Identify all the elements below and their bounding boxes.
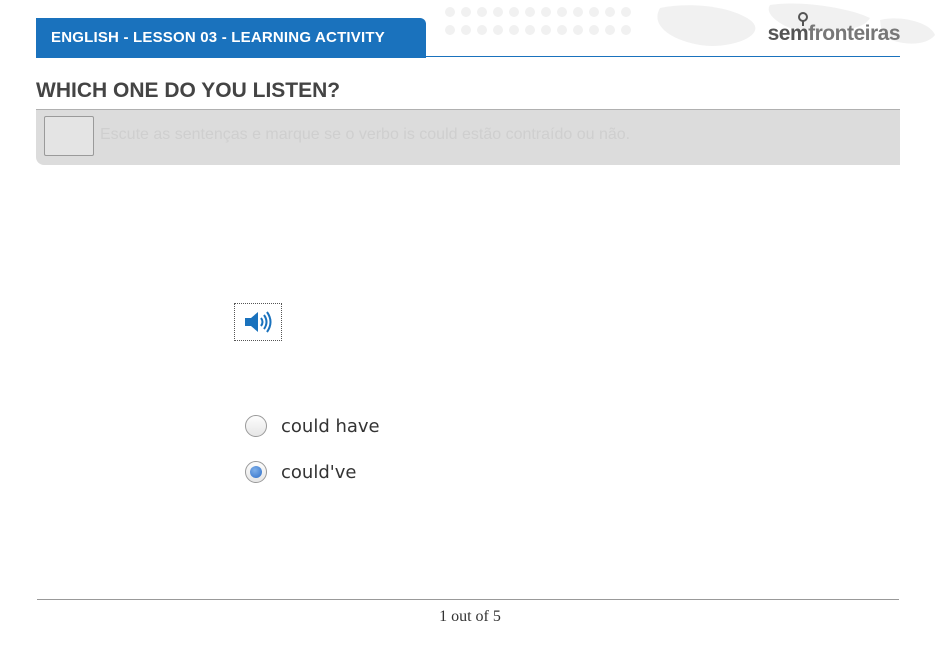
instruction-box: Escute as sentenças e marque se o verbo …: [36, 109, 900, 165]
header-divider: [426, 56, 900, 57]
radio-button-selected[interactable]: [245, 461, 267, 483]
option-label: could have: [281, 415, 380, 437]
speaker-icon: [245, 311, 272, 333]
page-counter: 1 out of 5: [439, 608, 501, 625]
location-pin-icon: [797, 12, 808, 26]
instruction-text: Escute as sentenças e marque se o verbo …: [100, 126, 631, 143]
option-label: could've: [281, 461, 357, 483]
lesson-header: ENGLISH - LESSON 03 - LEARNING ACTIVITY: [36, 18, 426, 58]
page-title: WHICH ONE DO YOU LISTEN?: [36, 79, 341, 102]
radio-dot: [250, 466, 262, 478]
placeholder-icon: [44, 116, 94, 156]
play-audio-button[interactable]: [234, 303, 282, 341]
option-couldve[interactable]: could've: [245, 459, 380, 485]
option-could-have[interactable]: could have: [245, 413, 380, 439]
answer-options: could have could've: [245, 413, 380, 505]
semfronteiras-logo: semfronteiras: [768, 12, 900, 46]
logo-text-fronteiras: fronteiras: [808, 22, 900, 45]
footer-divider: [37, 599, 899, 600]
radio-button[interactable]: [245, 415, 267, 437]
